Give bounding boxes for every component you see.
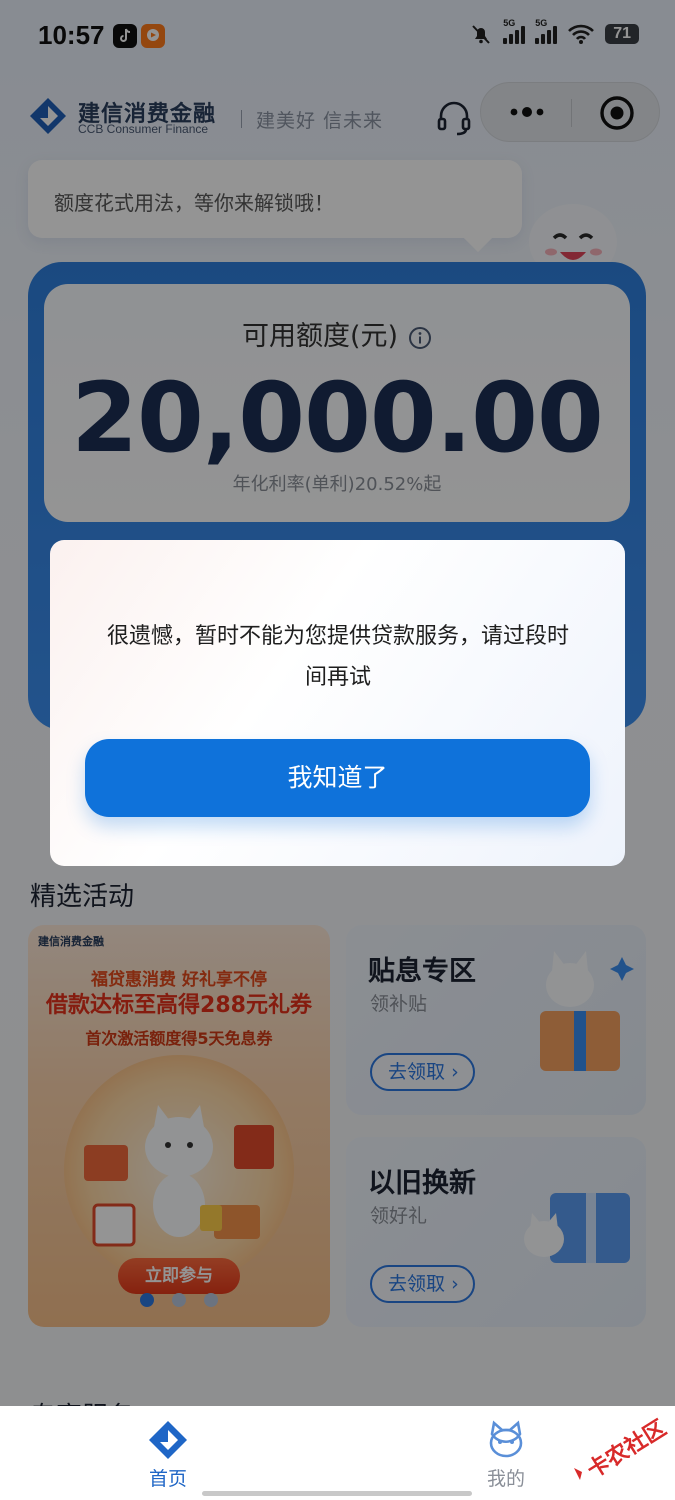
svg-text:卡农社区: 卡农社区: [582, 1415, 670, 1484]
loan-unavailable-dialog: 很遗憾，暂时不能为您提供贷款服务，请过段时间再试 我知道了: [50, 540, 625, 866]
tab-home[interactable]: 首页: [108, 1406, 228, 1500]
watermark-logo: 卡农社区: [574, 1415, 671, 1484]
tip-text: 额度花式用法，等你来解锁哦！: [54, 191, 334, 215]
tab-home-label: 首页: [148, 1468, 187, 1490]
profile-mascot-icon: [489, 1420, 523, 1458]
dialog-message: 很遗憾，暂时不能为您提供贷款服务，请过段时间再试: [106, 624, 569, 690]
home-indicator: [202, 1491, 472, 1496]
tab-mine[interactable]: 我的: [446, 1406, 566, 1500]
got-it-button[interactable]: 我知道了: [85, 739, 590, 817]
tab-mine-label: 我的: [486, 1468, 525, 1490]
home-icon: [149, 1421, 187, 1459]
